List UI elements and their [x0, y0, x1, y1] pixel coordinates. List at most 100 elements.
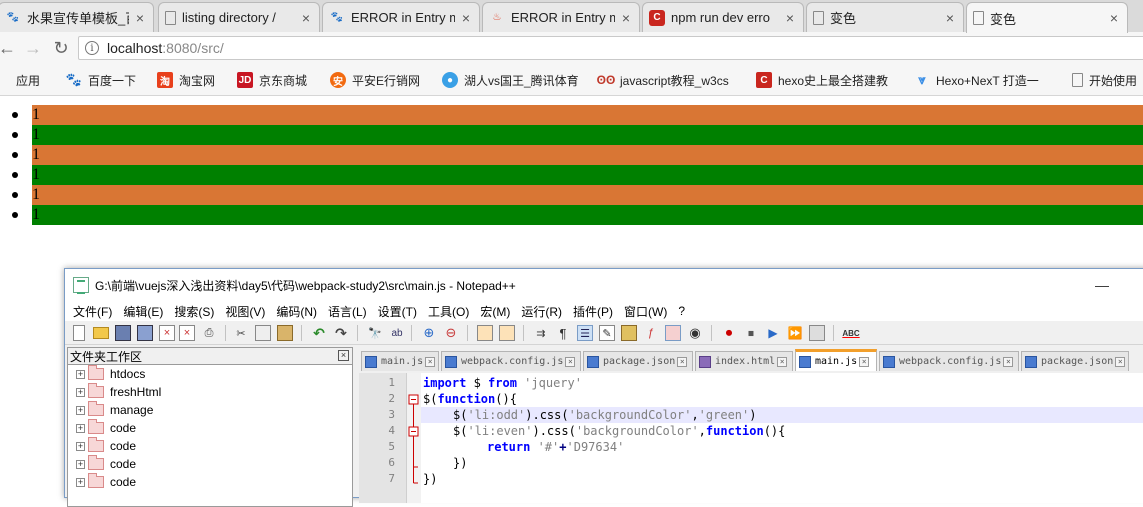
cut-icon[interactable]: ✂ [233, 325, 249, 341]
bookmark-start[interactable]: 开始使用 [1072, 70, 1137, 90]
new-file-icon[interactable] [73, 325, 85, 341]
menu-encoding[interactable]: 编码(N) [276, 303, 317, 320]
sync-horizontal-icon[interactable] [499, 325, 515, 341]
undo-icon[interactable]: ↶ [311, 325, 327, 341]
close-icon[interactable]: × [783, 10, 797, 26]
folder-item[interactable]: + htdocs [68, 365, 352, 383]
word-wrap-icon[interactable]: ⇉ [533, 325, 549, 341]
indent-guide-icon[interactable]: ☰ [577, 325, 593, 341]
doc-map-icon[interactable] [621, 325, 637, 341]
folder-item[interactable]: + code [68, 473, 352, 491]
play-multiple-icon[interactable]: ⏩ [787, 325, 803, 341]
menu-window[interactable]: 窗口(W) [624, 303, 667, 320]
close-icon[interactable]: × [133, 10, 147, 26]
menu-search[interactable]: 搜索(S) [174, 303, 214, 320]
zoom-out-icon[interactable]: ⊖ [443, 325, 459, 341]
tab-close-icon[interactable]: × [1003, 356, 1014, 367]
browser-tab-4[interactable]: ♨ ERROR in Entry m × [482, 2, 640, 32]
forward-button[interactable]: → [22, 37, 44, 59]
expand-icon[interactable]: + [76, 459, 85, 469]
bookmark-pingan[interactable]: 安 平安E行销网 [330, 70, 420, 90]
info-icon[interactable]: i [85, 41, 99, 55]
browser-tab-5[interactable]: C npm run dev erro × [642, 2, 804, 32]
spell-check-icon[interactable]: ABC [842, 325, 859, 341]
expand-icon[interactable]: + [76, 405, 85, 415]
close-icon[interactable]: × [459, 10, 473, 26]
close-file-icon[interactable]: × [159, 325, 175, 341]
editor-tab-webpack-config-2[interactable]: webpack.config.js × [879, 351, 1019, 371]
bookmark-tencent[interactable]: ● 湖人vs国王_腾讯体育 [442, 70, 579, 90]
bookmark-jd[interactable]: JD 京东商城 [237, 70, 307, 90]
editor-tab-main-js-1[interactable]: main.js × [361, 351, 439, 371]
menu-help[interactable]: ? [678, 304, 685, 318]
bookmark-hexo[interactable]: C hexo史上最全搭建教 [756, 70, 888, 90]
editor-tab-main-js-active[interactable]: main.js × [795, 349, 877, 371]
udl-icon[interactable]: ✎ [599, 325, 615, 341]
find-icon[interactable]: 🔭 [367, 325, 383, 341]
tab-close-icon[interactable]: × [859, 356, 870, 367]
menu-language[interactable]: 语言(L) [328, 303, 367, 320]
function-list-icon[interactable]: ƒ [643, 325, 659, 341]
play-macro-icon[interactable]: ▶ [765, 325, 781, 341]
browser-tab-6[interactable]: 变色 × [806, 2, 964, 32]
tab-close-icon[interactable]: × [565, 356, 576, 367]
expand-icon[interactable]: + [76, 423, 85, 433]
editor-tab-package-json-2[interactable]: package.json × [1021, 351, 1129, 371]
save-all-icon[interactable] [137, 325, 153, 341]
zoom-in-icon[interactable]: ⊕ [421, 325, 437, 341]
close-icon[interactable]: × [619, 10, 633, 26]
save-macro-icon[interactable] [809, 325, 825, 341]
folder-item[interactable]: + manage [68, 401, 352, 419]
expand-icon[interactable]: + [76, 369, 85, 379]
open-file-icon[interactable] [93, 327, 109, 339]
panel-close-button[interactable]: × [338, 350, 349, 361]
show-all-chars-icon[interactable]: ¶ [555, 325, 571, 341]
tab-close-icon[interactable]: × [1115, 356, 1126, 367]
menu-file[interactable]: 文件(F) [73, 303, 112, 320]
folder-item[interactable]: + code [68, 437, 352, 455]
minimize-button[interactable]: — [1095, 277, 1109, 293]
close-all-icon[interactable]: × [179, 325, 195, 341]
editor-tab-index-html[interactable]: index.html × [695, 351, 793, 371]
folder-item[interactable]: + code [68, 455, 352, 473]
menu-edit[interactable]: 编辑(E) [123, 303, 163, 320]
code-editor[interactable]: 1 2 3 4 5 6 7 import $ from 'jquery' $(f… [359, 373, 1143, 503]
save-icon[interactable] [115, 325, 131, 341]
menu-plugins[interactable]: 插件(P) [573, 303, 613, 320]
replace-icon[interactable]: ab [389, 325, 405, 341]
browser-tab-2[interactable]: listing directory / × [158, 2, 320, 32]
window-titlebar[interactable]: G:\前端\vuejs深入浅出资料\day5\代码\webpack-study2… [65, 269, 1143, 301]
menu-run[interactable]: 运行(R) [521, 303, 562, 320]
monitoring-icon[interactable]: ◉ [687, 325, 703, 341]
folder-item[interactable]: + code [68, 419, 352, 437]
fold-markers[interactable] [407, 373, 421, 503]
bookmark-w3c[interactable]: ʘʘ javascript教程_w3cs [597, 70, 729, 90]
reload-button[interactable]: ↻ [50, 37, 72, 59]
tab-close-icon[interactable]: × [677, 356, 688, 367]
notepad-window[interactable]: G:\前端\vuejs深入浅出资料\day5\代码\webpack-study2… [64, 268, 1143, 507]
close-icon[interactable]: × [1107, 10, 1121, 26]
back-button[interactable]: ← [0, 37, 18, 59]
close-icon[interactable]: × [943, 10, 957, 26]
browser-tab-1[interactable]: 🐾 水果宣传单模板_百 × [0, 2, 154, 32]
tab-close-icon[interactable]: × [425, 356, 436, 367]
copy-icon[interactable] [255, 325, 271, 341]
stop-macro-icon[interactable]: ⏹ [743, 325, 759, 341]
editor-tab-package-json-1[interactable]: package.json × [583, 351, 693, 371]
address-bar[interactable]: i localhost:8080/src/ [78, 36, 1143, 60]
bookmark-hexo-next[interactable]: ⩔ Hexo+NexT 打造一 [914, 70, 1038, 90]
menu-view[interactable]: 视图(V) [225, 303, 265, 320]
paste-icon[interactable] [277, 325, 293, 341]
print-icon[interactable]: ⎙ [201, 325, 217, 341]
sync-vertical-icon[interactable] [477, 325, 493, 341]
editor-tab-webpack-config-1[interactable]: webpack.config.js × [441, 351, 581, 371]
expand-icon[interactable]: + [76, 441, 85, 451]
menu-tools[interactable]: 工具(O) [428, 303, 469, 320]
tab-close-icon[interactable]: × [777, 356, 788, 367]
record-macro-icon[interactable]: ⏺ [721, 325, 737, 341]
close-icon[interactable]: × [299, 10, 313, 26]
expand-icon[interactable]: + [76, 477, 85, 487]
menu-settings[interactable]: 设置(T) [378, 303, 417, 320]
bookmark-baidu[interactable]: 🐾 百度一下 [66, 70, 136, 90]
folder-item[interactable]: + freshHtml [68, 383, 352, 401]
